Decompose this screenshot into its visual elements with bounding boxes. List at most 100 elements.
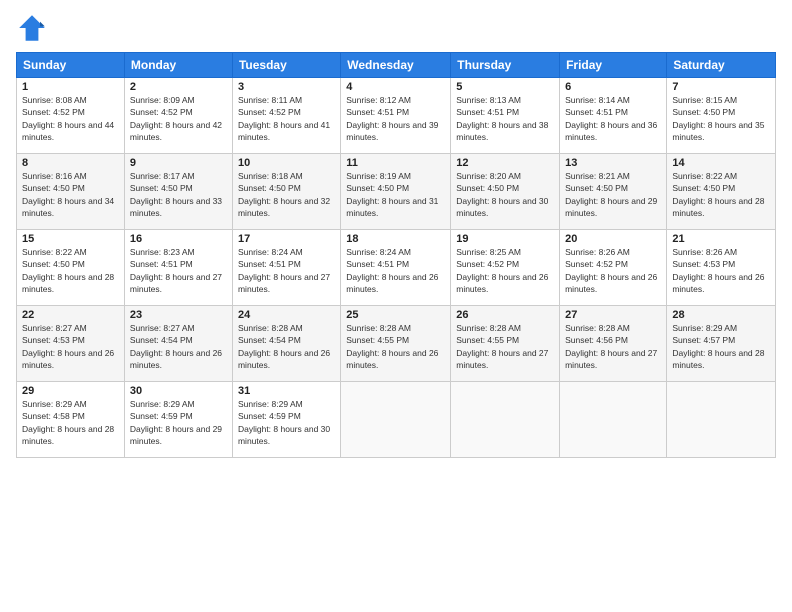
calendar-day-cell: 29 Sunrise: 8:29 AM Sunset: 4:58 PM Dayl… <box>17 382 125 458</box>
weekday-header: Wednesday <box>341 53 451 78</box>
day-number: 14 <box>672 157 770 169</box>
weekday-header: Tuesday <box>232 53 340 78</box>
calendar-day-cell <box>560 382 667 458</box>
day-info: Sunrise: 8:11 AM Sunset: 4:52 PM Dayligh… <box>238 94 335 143</box>
day-number: 2 <box>130 81 227 93</box>
day-info: Sunrise: 8:28 AM Sunset: 4:55 PM Dayligh… <box>346 322 445 371</box>
day-info: Sunrise: 8:21 AM Sunset: 4:50 PM Dayligh… <box>565 170 661 219</box>
weekday-header: Saturday <box>667 53 776 78</box>
weekday-header: Monday <box>124 53 232 78</box>
calendar-day-cell: 14 Sunrise: 8:22 AM Sunset: 4:50 PM Dayl… <box>667 154 776 230</box>
day-number: 23 <box>130 309 227 321</box>
calendar-week-row: 8 Sunrise: 8:16 AM Sunset: 4:50 PM Dayli… <box>17 154 776 230</box>
day-number: 31 <box>238 385 335 397</box>
day-info: Sunrise: 8:24 AM Sunset: 4:51 PM Dayligh… <box>238 246 335 295</box>
day-info: Sunrise: 8:18 AM Sunset: 4:50 PM Dayligh… <box>238 170 335 219</box>
day-number: 28 <box>672 309 770 321</box>
calendar-day-cell: 25 Sunrise: 8:28 AM Sunset: 4:55 PM Dayl… <box>341 306 451 382</box>
calendar-day-cell: 15 Sunrise: 8:22 AM Sunset: 4:50 PM Dayl… <box>17 230 125 306</box>
calendar-day-cell <box>341 382 451 458</box>
logo <box>16 12 52 44</box>
calendar-table: SundayMondayTuesdayWednesdayThursdayFrid… <box>16 52 776 458</box>
calendar-day-cell: 3 Sunrise: 8:11 AM Sunset: 4:52 PM Dayli… <box>232 78 340 154</box>
calendar-day-cell: 10 Sunrise: 8:18 AM Sunset: 4:50 PM Dayl… <box>232 154 340 230</box>
day-info: Sunrise: 8:27 AM Sunset: 4:54 PM Dayligh… <box>130 322 227 371</box>
day-number: 3 <box>238 81 335 93</box>
day-number: 18 <box>346 233 445 245</box>
day-number: 6 <box>565 81 661 93</box>
calendar-day-cell: 16 Sunrise: 8:23 AM Sunset: 4:51 PM Dayl… <box>124 230 232 306</box>
day-info: Sunrise: 8:28 AM Sunset: 4:54 PM Dayligh… <box>238 322 335 371</box>
day-number: 1 <box>22 81 119 93</box>
day-info: Sunrise: 8:29 AM Sunset: 4:59 PM Dayligh… <box>238 398 335 447</box>
day-number: 25 <box>346 309 445 321</box>
calendar-day-cell: 4 Sunrise: 8:12 AM Sunset: 4:51 PM Dayli… <box>341 78 451 154</box>
calendar-day-cell: 8 Sunrise: 8:16 AM Sunset: 4:50 PM Dayli… <box>17 154 125 230</box>
header <box>16 12 776 44</box>
day-info: Sunrise: 8:15 AM Sunset: 4:50 PM Dayligh… <box>672 94 770 143</box>
day-number: 7 <box>672 81 770 93</box>
day-number: 30 <box>130 385 227 397</box>
calendar-day-cell: 24 Sunrise: 8:28 AM Sunset: 4:54 PM Dayl… <box>232 306 340 382</box>
day-number: 4 <box>346 81 445 93</box>
calendar-day-cell: 17 Sunrise: 8:24 AM Sunset: 4:51 PM Dayl… <box>232 230 340 306</box>
day-info: Sunrise: 8:27 AM Sunset: 4:53 PM Dayligh… <box>22 322 119 371</box>
page: SundayMondayTuesdayWednesdayThursdayFrid… <box>0 0 792 612</box>
day-number: 12 <box>456 157 554 169</box>
day-info: Sunrise: 8:23 AM Sunset: 4:51 PM Dayligh… <box>130 246 227 295</box>
day-number: 21 <box>672 233 770 245</box>
day-info: Sunrise: 8:16 AM Sunset: 4:50 PM Dayligh… <box>22 170 119 219</box>
day-info: Sunrise: 8:28 AM Sunset: 4:56 PM Dayligh… <box>565 322 661 371</box>
calendar-day-cell: 6 Sunrise: 8:14 AM Sunset: 4:51 PM Dayli… <box>560 78 667 154</box>
calendar-week-row: 15 Sunrise: 8:22 AM Sunset: 4:50 PM Dayl… <box>17 230 776 306</box>
day-number: 22 <box>22 309 119 321</box>
calendar-day-cell <box>451 382 560 458</box>
calendar-day-cell: 5 Sunrise: 8:13 AM Sunset: 4:51 PM Dayli… <box>451 78 560 154</box>
day-number: 10 <box>238 157 335 169</box>
calendar-day-cell: 9 Sunrise: 8:17 AM Sunset: 4:50 PM Dayli… <box>124 154 232 230</box>
day-info: Sunrise: 8:24 AM Sunset: 4:51 PM Dayligh… <box>346 246 445 295</box>
calendar-day-cell: 22 Sunrise: 8:27 AM Sunset: 4:53 PM Dayl… <box>17 306 125 382</box>
calendar-day-cell: 7 Sunrise: 8:15 AM Sunset: 4:50 PM Dayli… <box>667 78 776 154</box>
calendar-day-cell <box>667 382 776 458</box>
day-info: Sunrise: 8:14 AM Sunset: 4:51 PM Dayligh… <box>565 94 661 143</box>
logo-icon <box>16 12 48 44</box>
day-info: Sunrise: 8:22 AM Sunset: 4:50 PM Dayligh… <box>22 246 119 295</box>
weekday-header: Friday <box>560 53 667 78</box>
calendar-day-cell: 18 Sunrise: 8:24 AM Sunset: 4:51 PM Dayl… <box>341 230 451 306</box>
calendar-week-row: 29 Sunrise: 8:29 AM Sunset: 4:58 PM Dayl… <box>17 382 776 458</box>
day-number: 11 <box>346 157 445 169</box>
day-number: 8 <box>22 157 119 169</box>
day-number: 26 <box>456 309 554 321</box>
day-info: Sunrise: 8:17 AM Sunset: 4:50 PM Dayligh… <box>130 170 227 219</box>
day-info: Sunrise: 8:09 AM Sunset: 4:52 PM Dayligh… <box>130 94 227 143</box>
day-info: Sunrise: 8:29 AM Sunset: 4:58 PM Dayligh… <box>22 398 119 447</box>
day-number: 19 <box>456 233 554 245</box>
day-number: 17 <box>238 233 335 245</box>
calendar-day-cell: 12 Sunrise: 8:20 AM Sunset: 4:50 PM Dayl… <box>451 154 560 230</box>
calendar-day-cell: 20 Sunrise: 8:26 AM Sunset: 4:52 PM Dayl… <box>560 230 667 306</box>
calendar-day-cell: 11 Sunrise: 8:19 AM Sunset: 4:50 PM Dayl… <box>341 154 451 230</box>
calendar-day-cell: 19 Sunrise: 8:25 AM Sunset: 4:52 PM Dayl… <box>451 230 560 306</box>
day-info: Sunrise: 8:26 AM Sunset: 4:53 PM Dayligh… <box>672 246 770 295</box>
calendar-day-cell: 30 Sunrise: 8:29 AM Sunset: 4:59 PM Dayl… <box>124 382 232 458</box>
calendar-day-cell: 13 Sunrise: 8:21 AM Sunset: 4:50 PM Dayl… <box>560 154 667 230</box>
calendar-day-cell: 28 Sunrise: 8:29 AM Sunset: 4:57 PM Dayl… <box>667 306 776 382</box>
day-info: Sunrise: 8:20 AM Sunset: 4:50 PM Dayligh… <box>456 170 554 219</box>
day-number: 5 <box>456 81 554 93</box>
calendar-day-cell: 31 Sunrise: 8:29 AM Sunset: 4:59 PM Dayl… <box>232 382 340 458</box>
day-number: 20 <box>565 233 661 245</box>
day-number: 16 <box>130 233 227 245</box>
calendar-week-row: 1 Sunrise: 8:08 AM Sunset: 4:52 PM Dayli… <box>17 78 776 154</box>
day-info: Sunrise: 8:25 AM Sunset: 4:52 PM Dayligh… <box>456 246 554 295</box>
calendar-header-row: SundayMondayTuesdayWednesdayThursdayFrid… <box>17 53 776 78</box>
day-info: Sunrise: 8:12 AM Sunset: 4:51 PM Dayligh… <box>346 94 445 143</box>
day-info: Sunrise: 8:13 AM Sunset: 4:51 PM Dayligh… <box>456 94 554 143</box>
day-number: 13 <box>565 157 661 169</box>
weekday-header: Thursday <box>451 53 560 78</box>
calendar-day-cell: 2 Sunrise: 8:09 AM Sunset: 4:52 PM Dayli… <box>124 78 232 154</box>
weekday-header: Sunday <box>17 53 125 78</box>
calendar-day-cell: 27 Sunrise: 8:28 AM Sunset: 4:56 PM Dayl… <box>560 306 667 382</box>
day-info: Sunrise: 8:29 AM Sunset: 4:59 PM Dayligh… <box>130 398 227 447</box>
day-info: Sunrise: 8:28 AM Sunset: 4:55 PM Dayligh… <box>456 322 554 371</box>
